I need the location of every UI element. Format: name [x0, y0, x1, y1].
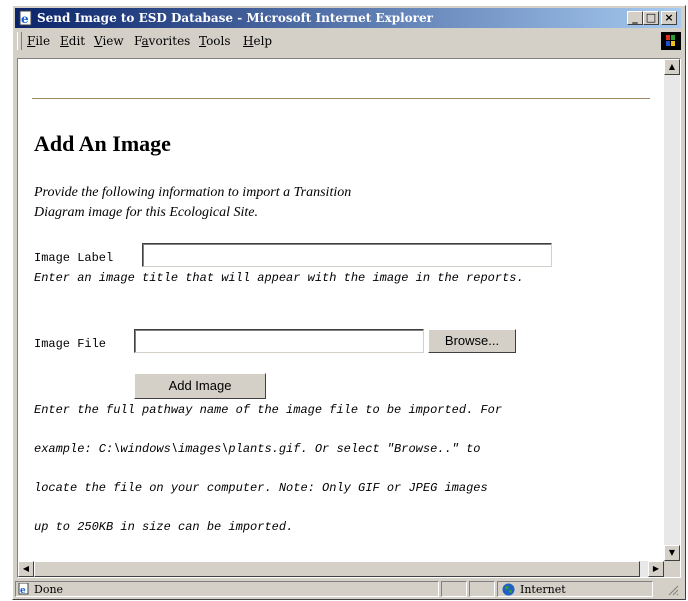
windows-logo-icon: [661, 32, 681, 50]
image-file-input[interactable]: [134, 329, 424, 353]
menu-bar: File Edit View Favorites Tools Help: [15, 30, 681, 52]
status-bar: e Done Internet: [15, 580, 683, 598]
resize-grip-icon[interactable]: [667, 584, 679, 596]
status-panel-3: [469, 581, 495, 597]
instruction-line-2: example: C:\windows\images\plants.gif. O…: [34, 442, 481, 456]
instruction-line-4: up to 250KB in size can be imported.: [34, 520, 294, 534]
scroll-up-icon[interactable]: ▲: [664, 59, 680, 75]
horizontal-scroll-thumb[interactable]: [34, 561, 640, 577]
page-heading: Add An Image: [34, 131, 171, 156]
browse-button[interactable]: Browse...: [428, 329, 516, 353]
menu-grip: [17, 32, 22, 50]
vertical-scrollbar[interactable]: ▲ ▼: [664, 59, 680, 561]
browser-window: e Send Image to ESD Database - Microsoft…: [12, 5, 686, 600]
zone-text: Internet: [520, 583, 566, 596]
image-label-input[interactable]: [142, 243, 552, 267]
scroll-right-icon[interactable]: ▶: [648, 561, 664, 577]
image-label-hint: Enter an image title that will appear wi…: [34, 271, 524, 285]
minimize-button[interactable]: _: [627, 11, 643, 25]
instruction-line-3: locate the file on your computer. Note: …: [34, 481, 488, 495]
add-image-button[interactable]: Add Image: [134, 373, 266, 399]
scroll-left-icon[interactable]: ◀: [18, 561, 34, 577]
image-file-label: Image File: [34, 337, 107, 351]
scroll-corner: [664, 561, 680, 577]
menu-file[interactable]: File: [27, 34, 50, 48]
menu-tools[interactable]: Tools: [199, 34, 231, 48]
intro-text: Provide the following information to imp…: [34, 183, 484, 223]
intro-line-1: Provide the following information to imp…: [34, 185, 352, 200]
horizontal-scrollbar[interactable]: ◀ ▶: [18, 561, 680, 577]
maximize-button[interactable]: □: [643, 11, 659, 25]
scroll-down-icon[interactable]: ▼: [664, 545, 680, 561]
page-viewport: Add An Image Provide the following infor…: [17, 58, 681, 578]
title-bar[interactable]: e Send Image to ESD Database - Microsoft…: [15, 8, 681, 28]
intro-line-2: Diagram image for this Ecological Site.: [34, 205, 258, 220]
status-text: Done: [34, 583, 64, 596]
menu-help[interactable]: Help: [243, 34, 272, 48]
globe-icon: [502, 583, 515, 596]
status-zone-panel: Internet: [497, 581, 653, 597]
instructions: Enter the full pathway name of the image…: [34, 403, 502, 559]
instruction-line-1: Enter the full pathway name of the image…: [34, 403, 503, 417]
menu-favorites[interactable]: Favorites: [134, 34, 190, 48]
menu-view[interactable]: View: [94, 34, 124, 48]
image-label-label: Image Label: [34, 251, 114, 265]
window-title: Send Image to ESD Database - Microsoft I…: [37, 11, 433, 25]
svg-text:e: e: [21, 12, 29, 26]
ie-page-icon: e: [18, 583, 29, 595]
status-main-panel: e Done: [15, 581, 439, 597]
status-panel-2: [441, 581, 467, 597]
horizontal-rule: [32, 98, 650, 100]
close-button[interactable]: ×: [661, 11, 677, 25]
ie-page-icon: e: [19, 10, 32, 26]
menu-edit[interactable]: Edit: [60, 34, 85, 48]
svg-text:e: e: [20, 586, 26, 595]
